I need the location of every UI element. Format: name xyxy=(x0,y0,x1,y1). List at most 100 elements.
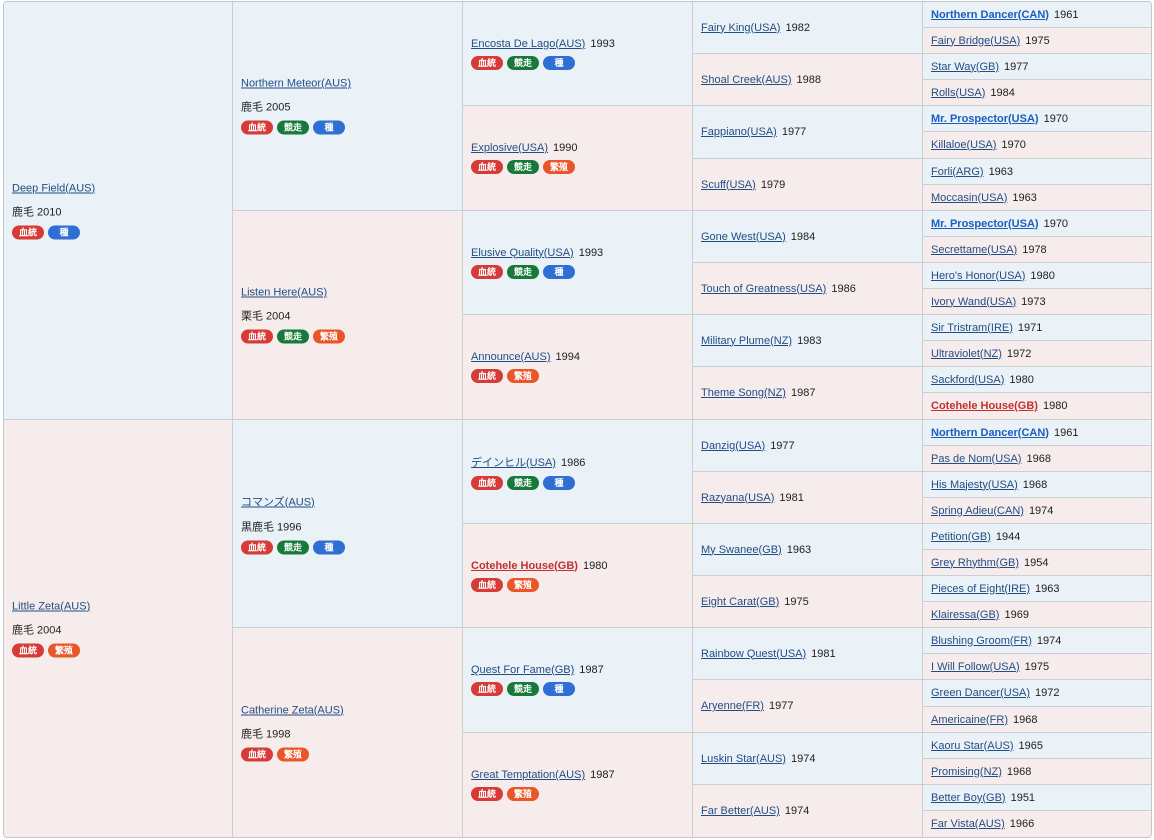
horse-name-link[interactable]: Rolls(USA) xyxy=(931,87,985,99)
horse-name-link[interactable]: デインヒル(USA) xyxy=(471,457,556,469)
horse-name-link[interactable]: Eight Carat(GB) xyxy=(701,596,779,608)
horse-name-link[interactable]: Touch of Greatness(USA) xyxy=(701,283,826,295)
blood-tag-button[interactable]: 血統 xyxy=(241,120,273,135)
horse-name-link[interactable]: Blushing Groom(FR) xyxy=(931,635,1032,647)
horse-name-link[interactable]: Pas de Nom(USA) xyxy=(931,453,1021,465)
blood-tag-button[interactable]: 血統 xyxy=(471,55,503,70)
horse-name-link[interactable]: Klairessa(GB) xyxy=(931,609,999,621)
sire-tag-button[interactable]: 種 xyxy=(48,225,80,239)
horse-name-link[interactable]: Theme Song(NZ) xyxy=(701,387,786,399)
breed-tag-button[interactable]: 繁殖 xyxy=(543,160,575,174)
sire-tag-button[interactable]: 種 xyxy=(313,540,345,554)
horse-name-link[interactable]: Announce(AUS) xyxy=(471,351,551,363)
horse-name-link[interactable]: Great Temptation(AUS) xyxy=(471,769,585,781)
horse-name-link[interactable]: Pieces of Eight(IRE) xyxy=(931,583,1030,595)
blood-tag-button[interactable]: 血統 xyxy=(241,747,273,761)
breed-tag-button[interactable]: 繁殖 xyxy=(48,643,80,657)
blood-tag-button[interactable]: 血統 xyxy=(12,643,44,657)
race-tag-button[interactable]: 競走 xyxy=(507,160,539,174)
horse-name-link[interactable]: Hero's Honor(USA) xyxy=(931,270,1025,282)
race-tag-button[interactable]: 競走 xyxy=(277,540,309,554)
horse-name-link[interactable]: Fairy King(USA) xyxy=(701,22,780,34)
blood-tag-button[interactable]: 血統 xyxy=(471,577,503,592)
horse-name-link[interactable]: Promising(NZ) xyxy=(931,766,1002,778)
horse-name-link[interactable]: Grey Rhythm(GB) xyxy=(931,557,1019,569)
horse-name-link[interactable]: Mr. Prospector(USA) xyxy=(931,113,1039,125)
sire-tag-button[interactable]: 種 xyxy=(313,120,345,135)
horse-name-link[interactable]: Fappiano(USA) xyxy=(701,126,777,138)
race-tag-button[interactable]: 競走 xyxy=(507,475,539,490)
horse-name-link[interactable]: Deep Field(AUS) xyxy=(12,182,95,194)
horse-name-link[interactable]: Cotehele House(GB) xyxy=(931,400,1038,412)
horse-name-link[interactable]: Quest For Fame(GB) xyxy=(471,664,574,676)
horse-name-link[interactable]: Danzig(USA) xyxy=(701,440,765,452)
tag-group: 血統 繁殖 xyxy=(471,577,688,592)
race-tag-button[interactable]: 競走 xyxy=(277,329,309,344)
race-tag-button[interactable]: 競走 xyxy=(507,264,539,279)
horse-name-link[interactable]: Spring Adieu(CAN) xyxy=(931,505,1024,517)
blood-tag-button[interactable]: 血統 xyxy=(471,160,503,174)
blood-tag-button[interactable]: 血統 xyxy=(471,682,503,696)
horse-name-link[interactable]: Northern Dancer(CAN) xyxy=(931,427,1049,439)
horse-name-link[interactable]: Military Plume(NZ) xyxy=(701,335,792,347)
horse-name-link[interactable]: Star Way(GB) xyxy=(931,61,999,73)
horse-name-link[interactable]: Green Dancer(USA) xyxy=(931,687,1030,699)
horse-name-link[interactable]: Northern Meteor(AUS) xyxy=(241,78,351,90)
breed-tag-button[interactable]: 繁殖 xyxy=(507,369,539,383)
horse-name-link[interactable]: Forli(ARG) xyxy=(931,166,984,178)
horse-name-link[interactable]: His Majesty(USA) xyxy=(931,479,1018,491)
horse-name-link[interactable]: Listen Here(AUS) xyxy=(241,287,327,299)
breed-tag-button[interactable]: 繁殖 xyxy=(507,787,539,801)
race-tag-button[interactable]: 競走 xyxy=(507,55,539,70)
horse-name-link[interactable]: Explosive(USA) xyxy=(471,142,548,154)
breed-tag-button[interactable]: 繁殖 xyxy=(277,747,309,761)
horse-name-link[interactable]: Sir Tristram(IRE) xyxy=(931,322,1013,334)
horse-name-link[interactable]: Killaloe(USA) xyxy=(931,139,996,151)
breed-tag-button[interactable]: 繁殖 xyxy=(507,577,539,592)
horse-name-link[interactable]: Far Vista(AUS) xyxy=(931,818,1005,830)
horse-name-link[interactable]: Shoal Creek(AUS) xyxy=(701,74,791,86)
horse-name-link[interactable]: Far Better(AUS) xyxy=(701,805,780,817)
breed-tag-button[interactable]: 繁殖 xyxy=(313,329,345,344)
horse-name-link[interactable]: I Will Follow(USA) xyxy=(931,661,1020,673)
blood-tag-button[interactable]: 血統 xyxy=(241,329,273,344)
horse-name-link[interactable]: Sackford(USA) xyxy=(931,374,1004,386)
blood-tag-button[interactable]: 血統 xyxy=(471,787,503,801)
horse-name-link[interactable]: Little Zeta(AUS) xyxy=(12,600,90,612)
horse-name-link[interactable]: Cotehele House(GB) xyxy=(471,560,578,572)
race-tag-button[interactable]: 競走 xyxy=(507,682,539,696)
horse-name-link[interactable]: Razyana(USA) xyxy=(701,492,774,504)
horse-name-link[interactable]: Mr. Prospector(USA) xyxy=(931,218,1039,230)
horse-name-link[interactable]: Gone West(USA) xyxy=(701,231,786,243)
horse-name-link[interactable]: Moccasin(USA) xyxy=(931,192,1007,204)
blood-tag-button[interactable]: 血統 xyxy=(241,540,273,554)
horse-name-link[interactable]: Northern Dancer(CAN) xyxy=(931,9,1049,21)
horse-name-link[interactable]: Catherine Zeta(AUS) xyxy=(241,704,344,716)
horse-name-link[interactable]: Ivory Wand(USA) xyxy=(931,296,1016,308)
horse-name-link[interactable]: My Swanee(GB) xyxy=(701,544,782,556)
race-tag-button[interactable]: 競走 xyxy=(277,120,309,135)
sire-tag-button[interactable]: 種 xyxy=(543,475,575,490)
horse-name-link[interactable]: Secrettame(USA) xyxy=(931,244,1017,256)
horse-name-link[interactable]: Fairy Bridge(USA) xyxy=(931,35,1020,47)
sire-tag-button[interactable]: 種 xyxy=(543,682,575,696)
horse-name-link[interactable]: Encosta De Lago(AUS) xyxy=(471,38,585,50)
blood-tag-button[interactable]: 血統 xyxy=(471,264,503,279)
horse-name-link[interactable]: Aryenne(FR) xyxy=(701,700,764,712)
horse-name-link[interactable]: Scuff(USA) xyxy=(701,179,756,191)
horse-name-link[interactable]: Kaoru Star(AUS) xyxy=(931,740,1014,752)
horse-name-link[interactable]: Ultraviolet(NZ) xyxy=(931,348,1002,360)
horse-line: Aryenne(FR) 1977 xyxy=(701,700,918,712)
horse-name-link[interactable]: Better Boy(GB) xyxy=(931,792,1006,804)
horse-name-link[interactable]: Rainbow Quest(USA) xyxy=(701,648,806,660)
horse-name-link[interactable]: コマンズ(AUS) xyxy=(241,496,315,508)
horse-name-link[interactable]: Luskin Star(AUS) xyxy=(701,753,786,765)
blood-tag-button[interactable]: 血統 xyxy=(12,225,44,239)
horse-name-link[interactable]: Elusive Quality(USA) xyxy=(471,247,574,259)
sire-tag-button[interactable]: 種 xyxy=(543,55,575,70)
blood-tag-button[interactable]: 血統 xyxy=(471,475,503,490)
horse-name-link[interactable]: Americaine(FR) xyxy=(931,714,1008,726)
blood-tag-button[interactable]: 血統 xyxy=(471,369,503,383)
horse-name-link[interactable]: Petition(GB) xyxy=(931,531,991,543)
sire-tag-button[interactable]: 種 xyxy=(543,264,575,279)
